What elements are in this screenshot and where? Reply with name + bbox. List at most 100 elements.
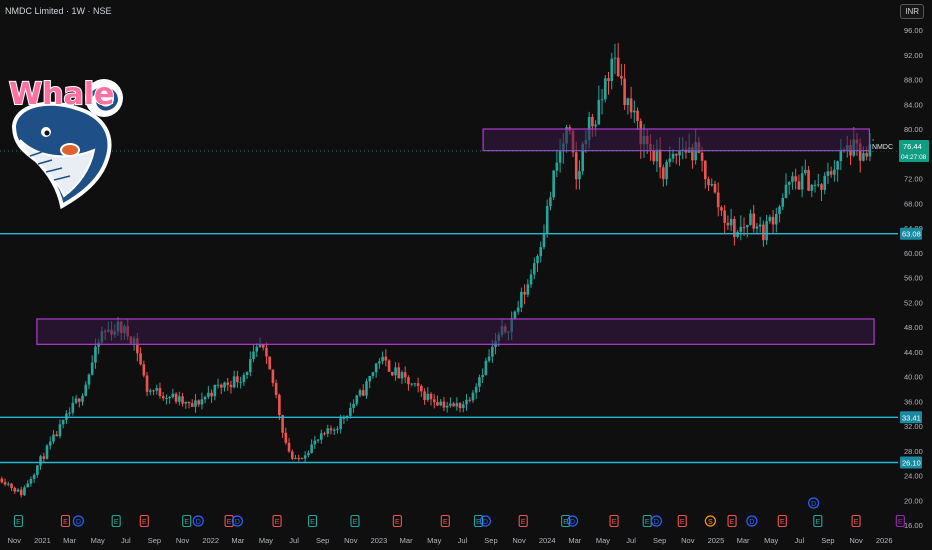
candle-body [74, 398, 78, 403]
candle-body [361, 390, 365, 396]
candle-body [574, 152, 578, 180]
candle-body [452, 403, 455, 407]
y-tick-label: 68.00 [904, 199, 923, 208]
candle-body [662, 167, 665, 180]
price-badge-countdown: 04:27:08 [901, 154, 927, 161]
event-label: E [730, 519, 735, 526]
candle-body [310, 444, 313, 453]
y-tick-label: 84.00 [904, 100, 923, 109]
candle-body [332, 429, 336, 431]
candle-body [271, 369, 275, 384]
x-tick-label: Nov [512, 536, 526, 545]
candle-body [397, 367, 401, 379]
candle-body [268, 356, 271, 370]
candle-body [491, 346, 494, 357]
candle-body [439, 401, 443, 406]
candle-body [836, 161, 839, 170]
candle-body [600, 99, 604, 101]
level-label: 63.08 [902, 230, 921, 239]
candle-body [523, 291, 526, 295]
candle-body [720, 207, 723, 211]
candle-body [442, 401, 446, 408]
candle-body [94, 346, 97, 363]
x-tick-label: Sep [316, 536, 329, 545]
price-chart[interactable]: 96.0092.0088.0084.0080.0076.0072.0068.00… [0, 0, 932, 550]
candle-body [416, 383, 420, 386]
candle-body [300, 458, 304, 460]
candle-body [313, 440, 317, 445]
x-tick-label: Nov [8, 536, 22, 545]
candle-body [487, 356, 491, 361]
candle-body [255, 346, 259, 352]
candle-body [187, 401, 191, 404]
event-label: E [898, 519, 903, 526]
candle-body [48, 441, 52, 446]
candle-body [145, 375, 149, 392]
candle-body [368, 376, 372, 382]
candle-body [797, 181, 801, 190]
candle-body [862, 153, 865, 161]
y-tick-label: 28.00 [904, 447, 923, 456]
candle-body [197, 400, 200, 405]
event-label: E [310, 519, 315, 526]
candle-body [629, 98, 633, 113]
candle-body [349, 407, 352, 416]
x-tick-label: 2021 [34, 536, 51, 545]
candle-body [155, 388, 159, 391]
candle-body [591, 116, 594, 127]
candle-body [3, 482, 7, 485]
candle-body [784, 184, 788, 198]
candle-body [478, 377, 481, 387]
candle-body [223, 382, 226, 388]
candle-body [555, 162, 559, 171]
candle-body [613, 57, 617, 59]
logo-text: Whale [9, 77, 114, 112]
currency-selector[interactable]: INR [900, 4, 924, 19]
y-tick-label: 52.00 [904, 298, 923, 307]
y-tick-label: 80.00 [904, 125, 923, 134]
candle-body [303, 455, 307, 459]
candle-body [232, 376, 236, 388]
candle-body [152, 390, 155, 392]
candle-body [290, 451, 294, 459]
event-label: E [142, 519, 147, 526]
candle-body [178, 396, 181, 402]
level-label: 26.10 [902, 459, 921, 468]
candle-body [45, 445, 49, 459]
x-tick-label: Jul [121, 536, 131, 545]
y-tick-label: 20.00 [904, 496, 923, 505]
candle-body [342, 417, 346, 419]
candle-body [381, 356, 384, 362]
candle-body [207, 392, 210, 397]
candle-body [403, 372, 407, 378]
candle-body [294, 457, 297, 459]
x-tick-label: May [427, 536, 441, 545]
y-tick-label: 92.00 [904, 51, 923, 60]
event-label: E [395, 519, 400, 526]
candle-body [458, 403, 462, 409]
x-tick-label: Mar [63, 536, 76, 545]
y-tick-label: 32.00 [904, 422, 923, 431]
candle-body [87, 374, 91, 385]
candle-body [287, 442, 291, 452]
candle-body [791, 176, 794, 183]
candle-body [616, 57, 620, 77]
candle-body [58, 424, 62, 437]
candle-body [516, 307, 520, 312]
candle-body [210, 392, 213, 397]
candle-body [765, 221, 768, 241]
candle-body [781, 197, 785, 207]
event-label: S [708, 519, 713, 526]
event-label: E [815, 519, 820, 526]
candle-body [665, 161, 668, 180]
candle-body [474, 386, 478, 393]
candle-body [736, 231, 739, 238]
candle-body [774, 214, 778, 225]
candle-body [203, 396, 207, 400]
candle-body [539, 247, 543, 257]
candle-body [387, 360, 391, 372]
candle-body [603, 78, 607, 100]
candle-body [710, 183, 714, 186]
candle-body [413, 383, 417, 385]
x-tick-label: Sep [148, 536, 161, 545]
